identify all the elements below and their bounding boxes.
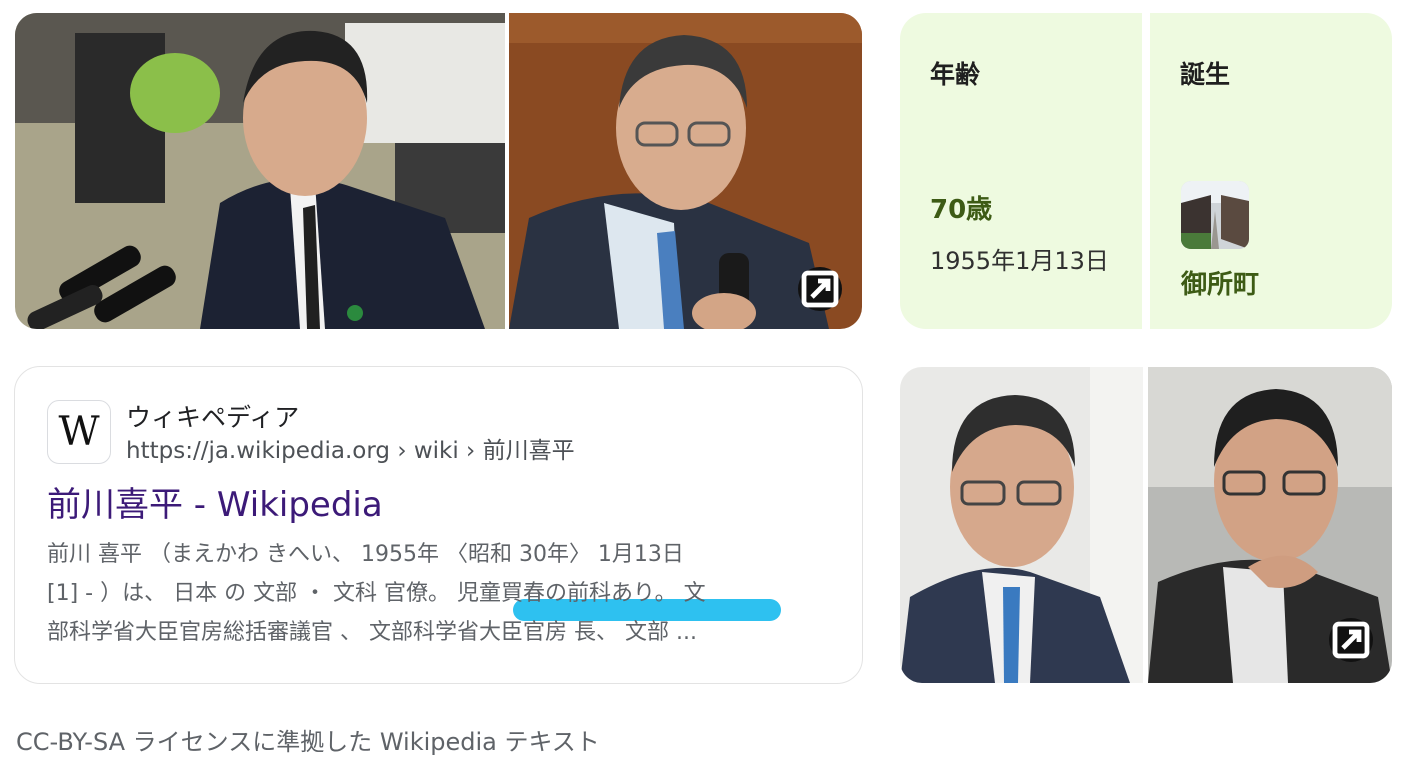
snippet-line: 前川 喜平 （まえかわ きへい、 1955年 〈昭和 30年〉 1月13日 (47, 542, 684, 567)
age-value: 70歳 (930, 195, 993, 225)
snippet-line: [1] - ）は、 日本 の 文部 ・ 文科 官僚。 児童買春の前科あり。 文 (47, 581, 706, 606)
birth-date: 1955年1月13日 (930, 247, 1109, 275)
expand-image-icon (1332, 621, 1370, 659)
photo-top-left[interactable] (15, 13, 505, 329)
site-url[interactable]: https://ja.wikipedia.org › wiki › 前川喜平 (126, 431, 575, 465)
birthplace-link[interactable]: 御所町 (1181, 264, 1259, 301)
birth-card[interactable]: 誕生 御所町 (1150, 13, 1392, 329)
expand-button[interactable] (798, 267, 842, 311)
age-label: 年齢 (930, 60, 981, 89)
age-card[interactable]: 年齢 70歳 1955年1月13日 (900, 13, 1142, 329)
site-name[interactable]: ウィキペディア (126, 398, 299, 434)
expand-button[interactable] (1329, 618, 1373, 662)
result-snippet: 前川 喜平 （まえかわ きへい、 1955年 〈昭和 30年〉 1月13日 [1… (47, 535, 837, 652)
photo-top-right[interactable] (509, 13, 862, 329)
birth-label: 誕生 (1180, 60, 1231, 89)
search-result-card: W ウィキペディア https://ja.wikipedia.org › wik… (14, 366, 863, 684)
license-footer: CC-BY-SA ライセンスに準拠した Wikipedia テキスト (16, 728, 600, 756)
birthplace-thumbnail (1181, 181, 1249, 249)
expand-image-icon (801, 270, 839, 308)
wikipedia-logo-icon: W (47, 400, 111, 464)
snippet-line: 部科学省大臣官房総括審議官 、 文部科学省大臣官房 長、 文部 ... (47, 620, 697, 645)
photo-bottom-right[interactable] (1148, 367, 1392, 683)
photo-bottom-left[interactable] (900, 367, 1143, 683)
result-title-link[interactable]: 前川喜平 - Wikipedia (47, 477, 383, 526)
